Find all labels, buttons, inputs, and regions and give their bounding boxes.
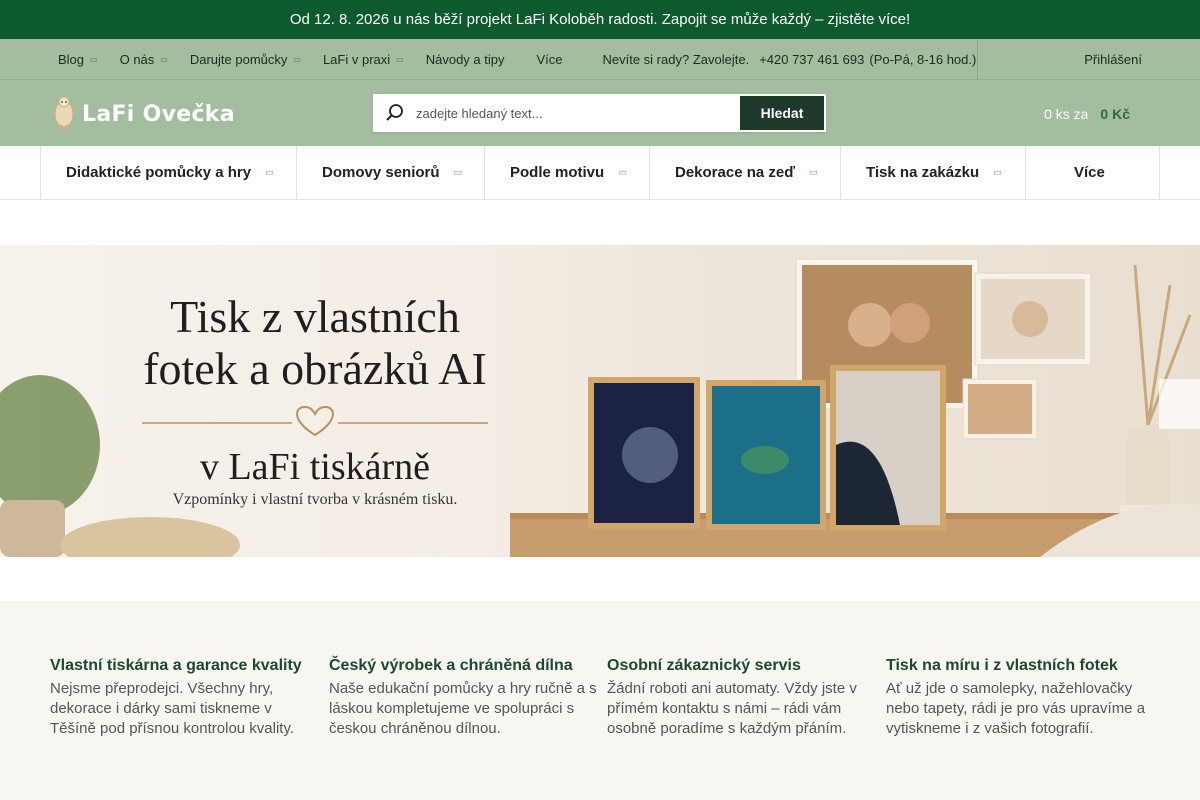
logo[interactable]: LaFi Ovečka	[52, 94, 235, 134]
chevron-down-icon: ▭	[618, 167, 627, 177]
topnav-item-darujte[interactable]: Darujte pomůcky ▭	[190, 52, 301, 67]
banner-title: Tisk z vlastních fotek a obrázků AI	[100, 291, 530, 395]
topnav-item-more[interactable]: Více	[526, 52, 562, 67]
category-domovy-senioru[interactable]: Domovy seniorů ▭	[296, 146, 484, 199]
sheep-logo-icon	[54, 96, 74, 132]
chevron-down-icon: ▭	[453, 167, 463, 177]
category-more[interactable]: Více	[1025, 146, 1160, 199]
features-section: Vlastní tiskárna a garance kvality Nejsm…	[0, 601, 1200, 800]
chevron-down-icon: ▭	[396, 54, 404, 64]
topnav-more-label: Více	[536, 51, 563, 67]
chevron-down-icon: ▭	[293, 54, 301, 64]
feature-title: Český výrobek a chráněná dílna	[329, 657, 573, 674]
feature-title: Vlastní tiskárna a garance kvality	[50, 657, 302, 674]
divider	[977, 39, 978, 79]
topnav-item-blog[interactable]: Blog ▭	[58, 52, 98, 67]
feature-title: Osobní zákaznický servis	[607, 657, 801, 674]
feature-title: Tisk na míru i z vlastních fotek	[886, 657, 1118, 674]
topnav-item-navody[interactable]: Návody a tipy	[426, 52, 505, 67]
feature-item: Český výrobek a chráněná dílna Naše eduk…	[329, 657, 599, 739]
banner-tagline: Vzpomínky i vlastní tvorba v krásném tis…	[172, 491, 458, 508]
category-didakticke[interactable]: Didaktické pomůcky a hry ▭	[40, 146, 296, 199]
search-button[interactable]: Hledat	[740, 96, 824, 130]
cart-count: 0 ks za	[1044, 105, 1089, 122]
topnav-item-label: O nás	[119, 51, 155, 67]
topnav-item-label: LaFi v praxi	[322, 51, 391, 67]
category-podle-motivu[interactable]: Podle motivu ▭	[484, 146, 649, 199]
logo-text: LaFi Ovečka	[82, 101, 235, 127]
topnav-item-lafi-v-praxi[interactable]: LaFi v praxi ▭	[323, 52, 404, 67]
category-label: Didaktické pomůcky a hry	[66, 164, 252, 181]
feature-item: Osobní zákaznický servis Žádní roboti an…	[607, 657, 877, 739]
search-icon[interactable]	[374, 103, 416, 123]
category-label: Více	[1074, 164, 1105, 181]
chevron-down-icon: ▭	[809, 167, 818, 177]
chevron-down-icon: ▭	[265, 167, 274, 177]
banner-title-line-2: fotek a obrázků AI	[143, 343, 487, 394]
banner-subtitle: v LaFi tiskárně	[199, 446, 431, 488]
category-label: Domovy seniorů	[322, 164, 440, 181]
hero-banner[interactable]: Tisk z vlastních fotek a obrázků AI v La…	[0, 245, 1200, 557]
chevron-down-icon: ▭	[993, 167, 1002, 177]
cart-price: 0 Kč	[1100, 105, 1130, 122]
site-header: LaFi Ovečka Hledat 0 ks za 0 Kč	[0, 79, 1200, 146]
announcement-bar[interactable]: Od 12. 8. 2026 u nás běží projekt LaFi K…	[0, 0, 1200, 39]
topnav-item-o-nas[interactable]: O nás ▭	[120, 52, 168, 67]
phone-number[interactable]: +420 737 461 693	[759, 52, 864, 67]
topnav-item-label: Darujte pomůcky	[189, 51, 288, 67]
category-tisk-na-zakazku[interactable]: Tisk na zakázku ▭	[840, 146, 1025, 199]
topnav-item-label: Blog	[58, 51, 85, 67]
contact-info: Nevíte si rady? Zavolejte. +420 737 461 …	[603, 52, 977, 67]
cart[interactable]: 0 ks za 0 Kč	[1044, 80, 1142, 147]
feature-text: Žádní roboti ani automaty. Vždy jste v p…	[607, 680, 857, 737]
opening-hours: (Po-Pá, 8-16 hod.)	[869, 51, 977, 67]
heart-divider-icon	[142, 405, 488, 437]
top-navigation: Blog ▭ O nás ▭ Darujte pomůcky ▭ LaFi v …	[0, 39, 1200, 79]
feature-text: Nejsme přeprodejci. Všechny hry, dekorac…	[50, 680, 295, 737]
category-navigation: Didaktické pomůcky a hry ▭ Domovy senior…	[0, 146, 1200, 200]
topnav-item-label: Návody a tipy	[425, 51, 505, 67]
contact-prefix: Nevíte si rady? Zavolejte.	[602, 51, 750, 67]
category-label: Tisk na zakázku	[866, 164, 980, 181]
feature-item: Vlastní tiskárna a garance kvality Nejsm…	[50, 657, 320, 739]
carousel-next-button[interactable]	[1159, 379, 1200, 429]
search-bar: Hledat	[373, 94, 826, 132]
banner-title-line-1: Tisk z vlastních	[170, 291, 460, 342]
feature-item: Tisk na míru i z vlastních fotek Ať už j…	[886, 657, 1156, 739]
category-label: Podle motivu	[510, 164, 605, 181]
chevron-down-icon: ▭	[90, 54, 98, 64]
category-dekorace[interactable]: Dekorace na zeď ▭	[649, 146, 840, 199]
category-label: Dekorace na zeď	[675, 164, 796, 181]
feature-text: Ať už jde o samolepky, nažehlovačky nebo…	[886, 680, 1146, 737]
announcement-text[interactable]: Od 12. 8. 2026 u nás běží projekt LaFi K…	[290, 11, 910, 28]
login-link[interactable]: Přihlášení	[1069, 39, 1142, 79]
search-input[interactable]	[416, 105, 740, 121]
feature-text: Naše edukační pomůcky a hry ručně a s lá…	[329, 680, 597, 737]
chevron-down-icon: ▭	[160, 54, 168, 64]
login-label: Přihlášení	[1084, 51, 1142, 67]
